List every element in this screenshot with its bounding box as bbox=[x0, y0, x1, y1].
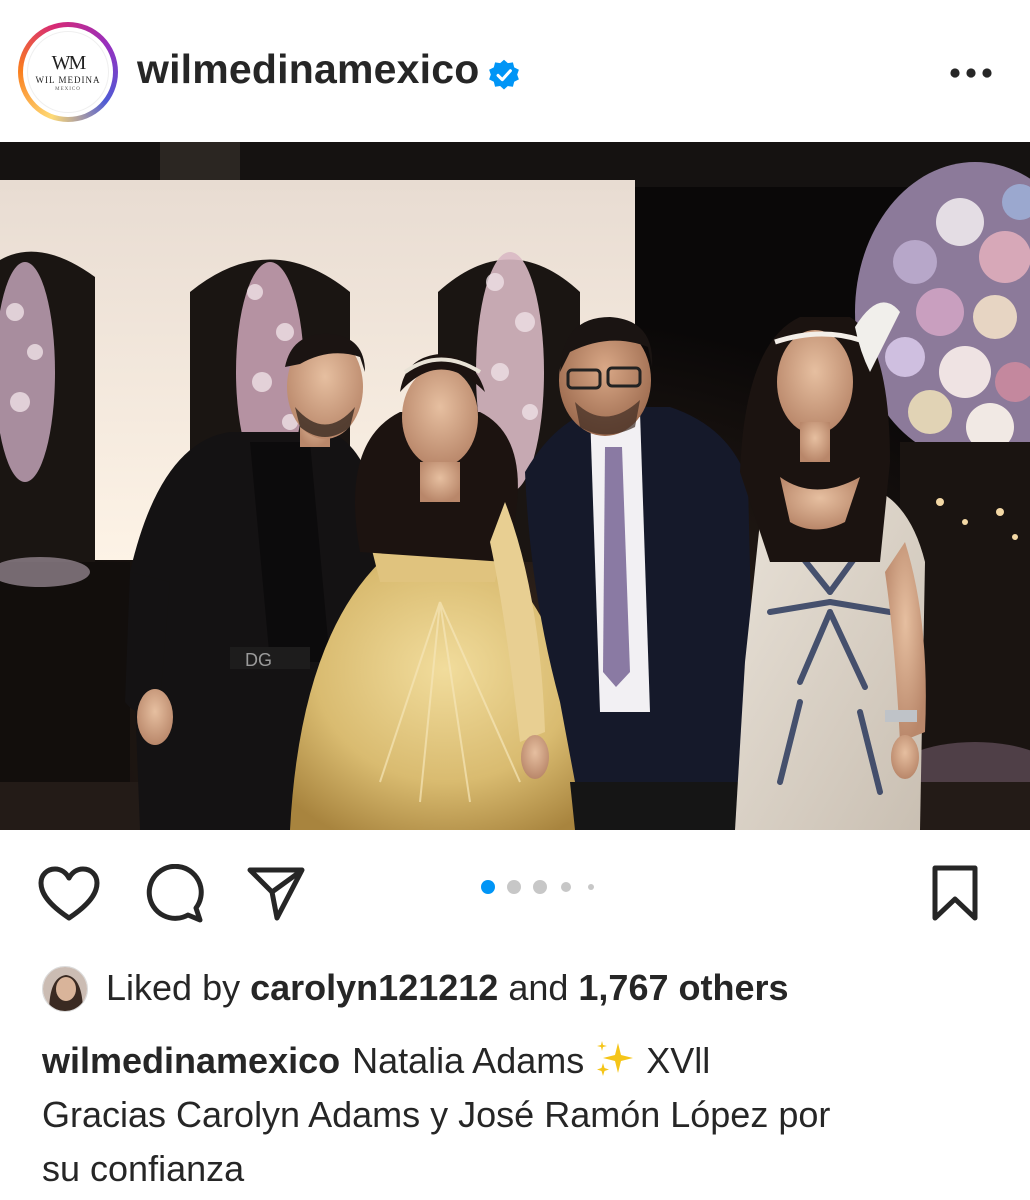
liker-avatar[interactable] bbox=[42, 966, 88, 1012]
post-photo[interactable]: DG bbox=[0, 142, 1030, 830]
verified-badge-icon bbox=[489, 59, 519, 90]
caption-text-1-suffix: XVll bbox=[646, 1040, 711, 1081]
caption-text-1: Natalia Adams bbox=[352, 1040, 585, 1081]
carousel-dot-3 bbox=[533, 880, 547, 894]
likes-others-count[interactable]: 1,767 others bbox=[578, 967, 788, 1008]
carousel-dot-1 bbox=[481, 880, 495, 894]
comment-bubble-icon[interactable] bbox=[144, 864, 206, 924]
liker-username[interactable]: carolyn121212 bbox=[250, 967, 498, 1008]
likes-text: Liked by carolyn121212 and 1,767 others bbox=[106, 967, 789, 1008]
post-username[interactable]: wilmedinamexico bbox=[137, 46, 480, 93]
carousel-dot-5 bbox=[588, 884, 594, 890]
save-bookmark-icon[interactable] bbox=[930, 864, 980, 922]
share-paper-plane-icon[interactable] bbox=[246, 864, 306, 922]
brand-logo: WM WIL MEDINA MEXICO bbox=[27, 31, 109, 113]
carousel-dot-2 bbox=[507, 880, 521, 894]
caption-text-3: su confianza bbox=[42, 1148, 245, 1189]
caption-text-2: Gracias Carolyn Adams y José Ramón López… bbox=[42, 1094, 831, 1135]
like-heart-icon[interactable] bbox=[38, 866, 100, 922]
carousel-indicator bbox=[481, 880, 594, 894]
carousel-dot-4 bbox=[561, 882, 571, 892]
post-caption: wilmedinamexico Natalia Adams XVll Gracia… bbox=[42, 1034, 982, 1196]
svg-text:DG: DG bbox=[245, 650, 272, 670]
sparkles-icon bbox=[597, 1041, 634, 1076]
event-photo: DG bbox=[0, 142, 1030, 830]
profile-avatar[interactable]: WM WIL MEDINA MEXICO bbox=[18, 22, 118, 122]
likes-summary[interactable]: Liked by carolyn121212 and 1,767 others bbox=[42, 960, 1002, 1014]
caption-username[interactable]: wilmedinamexico bbox=[42, 1040, 340, 1081]
more-options-icon[interactable] bbox=[946, 62, 996, 84]
post-header: WM WIL MEDINA MEXICO wilmedinamexico bbox=[0, 0, 1030, 142]
